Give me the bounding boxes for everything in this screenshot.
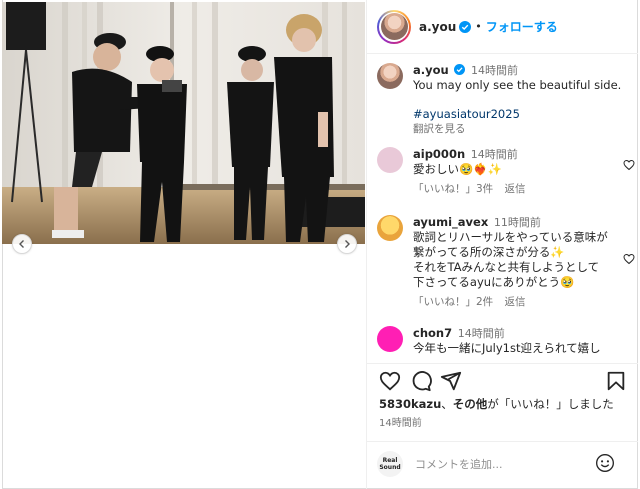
viewer-avatar-text-bottom: Sound (379, 464, 401, 471)
heart-icon[interactable] (623, 159, 635, 171)
comment-item: ayumi_avex 11時間前 歌詞とリハーサルをやっている意味が 繋がってる… (377, 215, 635, 310)
emoji-icon[interactable] (595, 453, 615, 473)
previous-photo-button[interactable] (12, 234, 32, 254)
post-timestamp: 14時間前 (379, 418, 422, 429)
share-icon[interactable] (440, 370, 462, 392)
comment-likes[interactable]: 「いいね！」2件 (413, 296, 493, 308)
comment-text: 今年も一緒にJuly1st迎えられて嬉し (413, 341, 601, 355)
post-header: a.you • フォローする (367, 0, 638, 54)
heart-icon[interactable] (379, 370, 401, 392)
caption-time: 14時間前 (471, 64, 519, 77)
caption: a.you 14時間前 You may only see the beautif… (377, 63, 627, 137)
caption-hashtag[interactable]: #ayuasiatour2025 (413, 107, 627, 122)
comment-avatar[interactable] (377, 326, 403, 352)
viewer-avatar[interactable]: Real Sound (377, 451, 403, 477)
bookmark-icon[interactable] (605, 370, 627, 392)
caption-username[interactable]: a.you (413, 63, 449, 77)
verified-badge-icon (459, 20, 472, 33)
comment-username[interactable]: aip000n (413, 147, 465, 161)
comment-likes[interactable]: 「いいね！」3件 (413, 183, 493, 195)
header-separator: • (475, 20, 482, 33)
comment-text-line: 歌詞とリハーサルをやっている意味が (413, 230, 608, 244)
others-link[interactable]: その他 (453, 397, 488, 411)
caption-avatar[interactable] (377, 63, 403, 89)
follow-button[interactable]: フォローする (486, 18, 558, 35)
verified-badge-icon (454, 64, 466, 75)
caption-text: You may only see the beautiful side. (413, 78, 622, 92)
comment-icon[interactable] (410, 370, 432, 392)
liker-username[interactable]: 5830kazu (379, 397, 441, 411)
comment-time: 11時間前 (493, 216, 541, 229)
comment-text-line: それをTAみんなと共有しようとして (413, 260, 600, 274)
viewer-avatar-text-top: Real (382, 457, 398, 464)
comment-avatar[interactable] (377, 147, 403, 173)
chevron-right-icon (345, 240, 350, 248)
add-comment-bar: Real Sound (367, 441, 638, 483)
comment-text: 愛おしい🥹❤️‍🔥✨ (413, 162, 502, 176)
comment-avatar[interactable] (377, 215, 403, 241)
comment-text-line: 下さってるayuにありがとう🥹 (413, 275, 575, 289)
comment-text-line: 繋がってる所の深さが分る✨ (413, 245, 565, 259)
chevron-left-icon (19, 240, 24, 248)
comment-username[interactable]: chon7 (413, 326, 452, 340)
comment-input[interactable] (415, 455, 595, 473)
reply-button[interactable]: 返信 (505, 183, 526, 195)
likes-summary: 5830kazu、その他が「いいね！」しました (379, 396, 614, 412)
comments-list[interactable]: a.you 14時間前 You may only see the beautif… (367, 55, 638, 355)
comment-time: 14時間前 (457, 327, 505, 340)
comment-username[interactable]: ayumi_avex (413, 215, 488, 229)
comment-item: chon7 14時間前 今年も一緒にJuly1st迎えられて嬉し (377, 326, 627, 355)
likes-separator: 、 (441, 397, 453, 411)
comment-item: aip000n 14時間前 愛おしい🥹❤️‍🔥✨ 「いいね！」3件 返信 (377, 147, 635, 197)
rehearsal-photo (2, 2, 365, 244)
comment-time: 14時間前 (470, 148, 518, 161)
likes-suffix: が「いいね！」しました (487, 397, 614, 411)
author-username[interactable]: a.you (419, 20, 456, 34)
reply-button[interactable]: 返信 (505, 296, 526, 308)
author-avatar[interactable] (377, 9, 411, 44)
heart-icon[interactable] (623, 253, 635, 265)
next-photo-button[interactable] (337, 234, 357, 254)
translate-link[interactable]: 翻訳を見る (413, 122, 627, 137)
post-photo[interactable] (2, 2, 365, 244)
